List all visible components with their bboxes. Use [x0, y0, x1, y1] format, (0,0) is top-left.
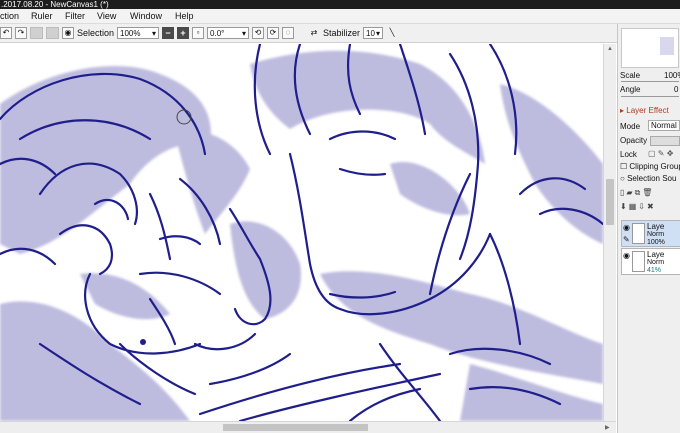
angle-value: 0 [674, 85, 679, 94]
new-folder-icon[interactable]: ▰ [626, 188, 634, 197]
invert-selection-button[interactable] [46, 27, 59, 39]
zoom-reset-icon[interactable]: ▫ [192, 27, 205, 39]
trash-icon[interactable]: ✖ [647, 202, 656, 211]
chevron-down-icon: ▾ [152, 28, 157, 38]
layer-opacity: 100% [647, 239, 665, 246]
selection-source-label: Selection Sou [627, 174, 677, 183]
angle-label: Angle [620, 85, 641, 94]
flip-icon[interactable]: ⇄ [308, 27, 320, 39]
scroll-up-icon[interactable]: ▲ [607, 46, 613, 52]
layer-actions-row: ▯▰⧉🗑 [620, 188, 654, 198]
shading-layer [0, 50, 603, 421]
layer-effect-header[interactable]: ▸ Layer Effect [620, 106, 669, 115]
menu-bar: ction Ruler Filter View Window Help [0, 9, 680, 24]
rotate-right-icon[interactable]: ⟳ [267, 27, 280, 39]
clear-icon[interactable]: ▦ [629, 202, 639, 211]
stabilizer-label: Stabilizer [323, 28, 361, 38]
layer-name: Laye [647, 222, 665, 231]
layer-mode: Norm [647, 259, 665, 266]
chevron-down-icon: ▾ [376, 28, 381, 38]
delete-layer-icon[interactable]: 🗑 [642, 188, 654, 197]
rotation-value: 0.0° [210, 28, 225, 38]
menu-window[interactable]: Window [130, 11, 162, 21]
layer-row[interactable]: ◉ ✎ Laye Norm 100% [621, 220, 680, 247]
redo-icon[interactable]: ↷ [15, 27, 27, 39]
horizontal-scrollbar[interactable]: ▶ [0, 421, 616, 433]
pen-icon: ✎ [623, 235, 630, 244]
layer-actions-row-2: ⬇▦⇩✖ [620, 202, 656, 211]
selection-source-checkbox[interactable]: ○ Selection Sou [620, 174, 676, 183]
toolbar: ↶ ↷ ◉ Selection 100% ▾ − + ▫ 0.0° ▾ ⟲ ⟳ ◌ … [0, 24, 617, 43]
zoom-select[interactable]: 100% ▾ [117, 27, 160, 39]
right-panel: Scale 100% Angle 0 ▸ Layer Effect Mode N… [617, 24, 680, 433]
menu-help[interactable]: Help [175, 11, 194, 21]
rotate-reset-icon[interactable]: ◌ [282, 27, 295, 39]
menu-selection[interactable]: ction [0, 11, 19, 21]
menu-ruler[interactable]: Ruler [31, 11, 53, 21]
layer-name: Laye [647, 250, 665, 259]
layer-thumbnail [632, 251, 645, 272]
lock-label: Lock [620, 150, 637, 159]
scale-slider[interactable] [621, 81, 679, 82]
layer-thumbnail [632, 223, 645, 244]
stabilizer-select[interactable]: 10 ▾ [363, 27, 384, 39]
line-tool-icon[interactable]: ╲ [386, 27, 398, 39]
scale-value: 100% [664, 71, 680, 80]
opacity-label: Opacity [620, 136, 648, 145]
eye-icon[interactable]: ◉ [623, 251, 630, 260]
vertical-scrollbar[interactable]: ▲ [603, 44, 616, 421]
merge-icon[interactable]: ⬇ [620, 202, 629, 211]
stabilizer-value: 10 [366, 28, 375, 38]
angle-slider[interactable] [621, 96, 679, 97]
rotation-select[interactable]: 0.0° ▾ [207, 27, 250, 39]
vertical-scroll-thumb[interactable] [606, 179, 614, 225]
eye-icon[interactable]: ◉ [62, 27, 74, 39]
lock-icons[interactable]: ▢ ✎ ✥ [648, 149, 673, 158]
zoom-value: 100% [120, 28, 141, 38]
earring-dot [140, 339, 146, 345]
deselect-button[interactable] [30, 27, 43, 39]
mode-label: Mode [620, 122, 641, 131]
navigator-thumbnail [660, 37, 674, 55]
scroll-right-icon[interactable]: ▶ [605, 424, 610, 431]
clipping-group-checkbox[interactable]: ☐ Clipping Group [620, 162, 680, 171]
navigator-preview[interactable] [621, 28, 679, 68]
layer-effect-label: Layer Effect [626, 106, 669, 115]
window-title: .2017.08.20 - NewCanvas1 (*) [0, 0, 680, 9]
chevron-down-icon: ▾ [242, 28, 247, 38]
undo-icon[interactable]: ↶ [0, 27, 12, 39]
horizontal-scroll-thumb[interactable] [223, 424, 368, 431]
selection-label: Selection [77, 28, 115, 38]
drawing-canvas[interactable] [0, 44, 603, 421]
scale-label: Scale [620, 71, 641, 80]
layer-mode: Norm [647, 231, 665, 238]
layer-row[interactable]: ◉ Laye Norm 41% [621, 248, 680, 275]
rotate-left-icon[interactable]: ⟲ [252, 27, 265, 39]
mode-select[interactable]: Normal [648, 120, 680, 131]
zoom-out-button[interactable]: − [162, 27, 175, 39]
transfer-icon[interactable]: ⇩ [638, 202, 647, 211]
menu-filter[interactable]: Filter [65, 11, 85, 21]
opacity-slider[interactable] [650, 136, 680, 146]
artwork [0, 44, 603, 421]
layer-opacity: 41% [647, 267, 662, 274]
menu-view[interactable]: View [97, 11, 116, 21]
eye-icon[interactable]: ◉ [623, 223, 630, 232]
clipping-group-label: Clipping Group [629, 162, 680, 171]
zoom-in-button[interactable]: + [177, 27, 190, 39]
